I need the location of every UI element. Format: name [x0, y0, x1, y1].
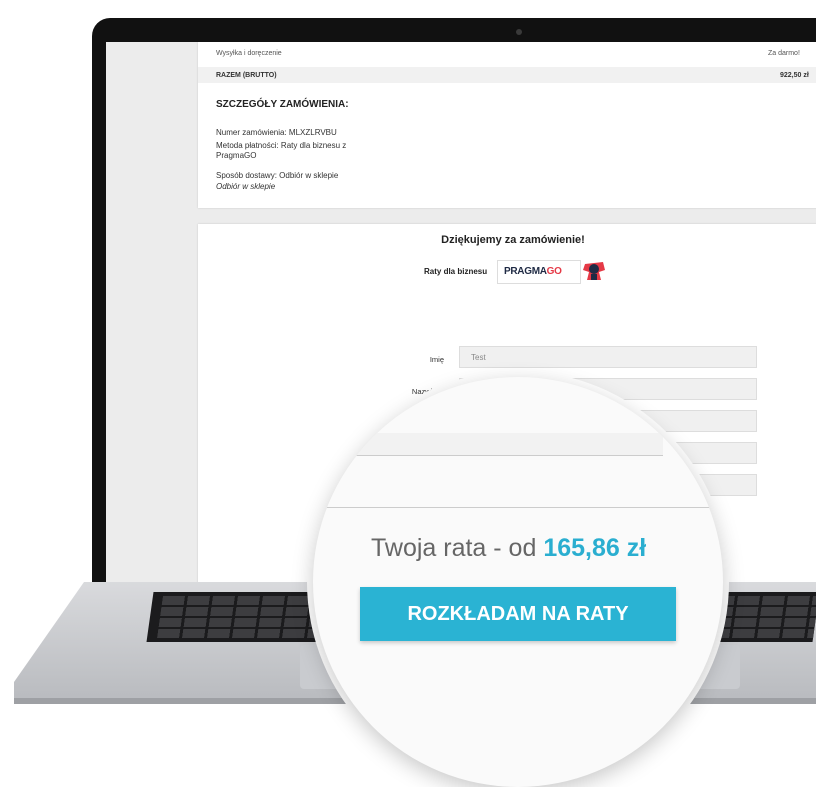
installments-button[interactable]: ROZKŁADAM NA RATY — [360, 587, 676, 641]
shipping-value: Za darmo! — [768, 50, 800, 57]
magnified-divider — [313, 507, 723, 508]
delivery-method: Sposób dostawy: Odbiór w sklepie — [216, 171, 339, 180]
first-name-input[interactable]: Test — [459, 346, 757, 368]
installment-rate-text: Twoja rata - od 165,86 zł — [371, 534, 646, 563]
pragmago-logo-text: PRAGMAGO — [504, 266, 562, 277]
thank-you-heading: Dziękujemy za zamówienie! — [441, 234, 585, 246]
rate-amount: 165,86 zł — [543, 534, 647, 562]
order-details-title: SZCZEGÓŁY ZAMÓWIENIA: — [216, 99, 349, 110]
delivery-note: Odbiór w sklepie — [216, 182, 276, 191]
total-label: RAZEM (BRUTTO) — [216, 72, 277, 79]
magnified-input — [313, 433, 663, 456]
rate-prefix: Twoja rata - od — [371, 534, 544, 562]
total-row: RAZEM (BRUTTO) 922,50 zł — [198, 67, 816, 83]
last-name-label: Nazwisko — [411, 387, 444, 396]
payment-method: Metoda płatności: Raty dla biznesu z Pra… — [216, 141, 347, 160]
raty-label: Raty dla biznesu — [424, 267, 488, 276]
shipping-label: Wysyłka i doręczenie — [216, 50, 282, 57]
first-name-label: Imię — [429, 355, 444, 364]
pragmago-logo: PRAGMAGO — [497, 260, 581, 284]
pragmago-logo-pragma: PRAGMA — [504, 266, 547, 277]
order-number: Numer zamówienia: MLXZLRVBU — [216, 128, 337, 137]
mascot-icon — [583, 262, 605, 280]
order-summary-card: Wysyłka i doręczenie Za darmo! RAZEM (BR… — [198, 42, 816, 208]
webcam-icon — [516, 29, 522, 35]
total-value: 922,50 zł — [780, 72, 809, 79]
pragmago-logo-go: GO — [546, 266, 562, 277]
magnifier-circle: Twoja rata - od 165,86 zł ROZKŁADAM NA R… — [313, 377, 723, 787]
laptop-mockup: Wysyłka i doręczenie Za darmo! RAZEM (BR… — [0, 0, 816, 787]
